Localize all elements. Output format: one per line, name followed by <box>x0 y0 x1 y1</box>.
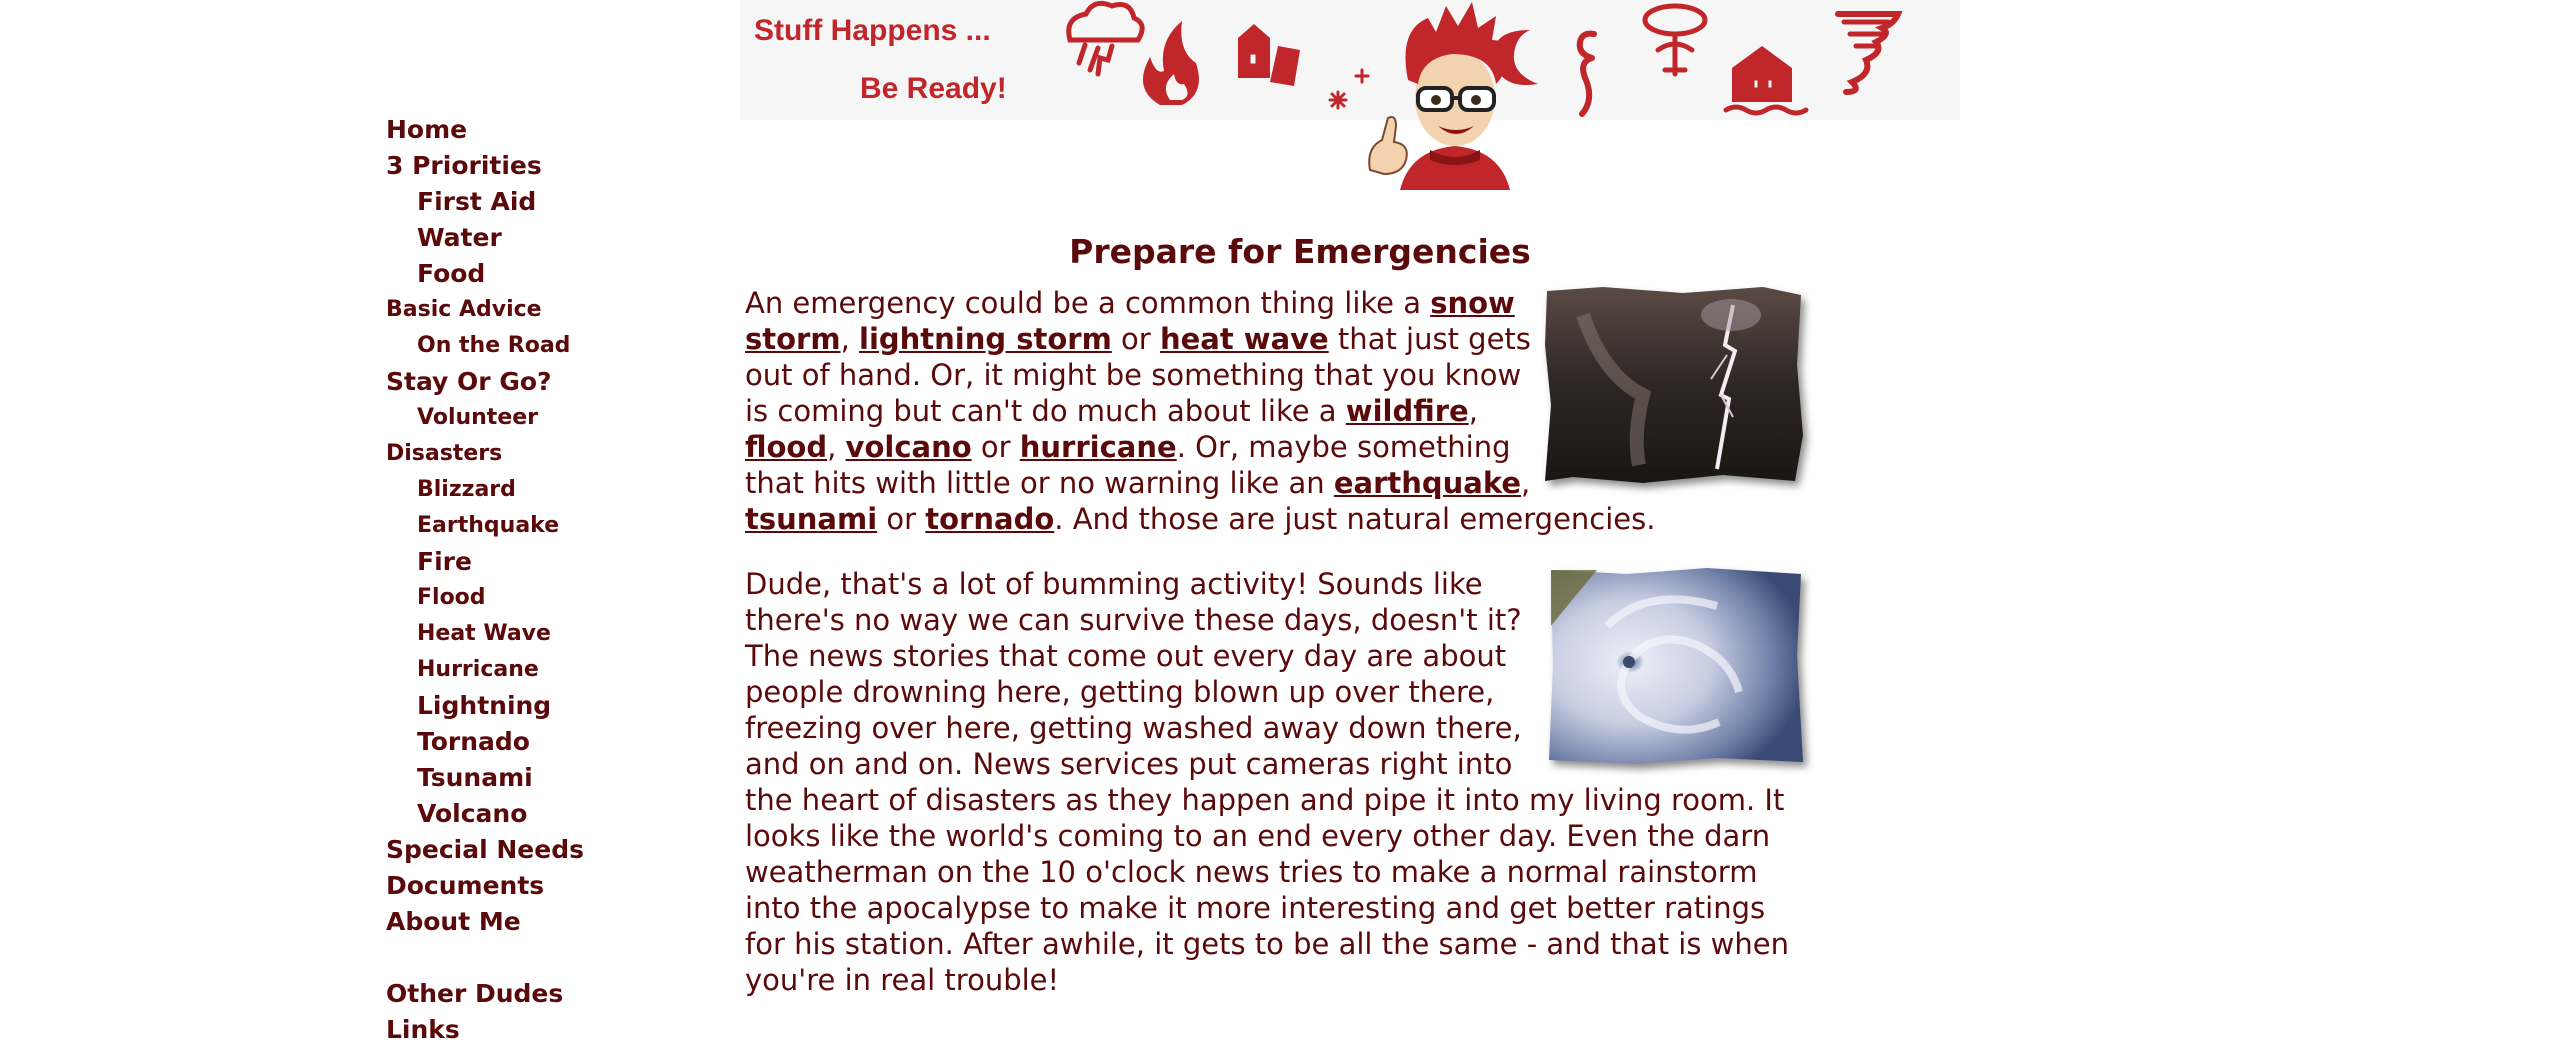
sidebar-nav: Home 3 Priorities First Aid Water Food B… <box>386 112 686 1048</box>
houses-icon <box>1238 24 1300 86</box>
mascot-dude-image <box>1368 2 1512 190</box>
link-flood[interactable]: flood <box>745 430 827 464</box>
nav-on-the-road[interactable]: On the Road <box>386 328 686 364</box>
nav-heat-wave[interactable]: Heat Wave <box>386 616 686 652</box>
nuclear-cloud-icon <box>1642 3 1708 77</box>
link-tornado[interactable]: tornado <box>925 502 1054 536</box>
intro-text-2: , <box>840 322 860 356</box>
header-banner: Stuff Happens ... Be Ready! <box>740 0 1960 120</box>
banner-icons <box>1066 0 1903 117</box>
nav-hurricane[interactable]: Hurricane <box>386 652 686 688</box>
storm-cloud-icon <box>1066 0 1145 77</box>
nav-water[interactable]: Water <box>386 220 686 256</box>
nav-volunteer[interactable]: Volunteer <box>386 400 686 436</box>
hurricane-symbol-icon <box>1576 30 1597 117</box>
link-earthquake[interactable]: earthquake <box>1334 466 1521 500</box>
nav-earthquake[interactable]: Earthquake <box>386 508 686 544</box>
intro-text-9: , <box>1521 466 1531 500</box>
second-paragraph: Dude, that's a lot of bumming activity! … <box>745 566 1805 998</box>
nav-links[interactable]: Links <box>386 1012 686 1048</box>
nav-fire[interactable]: Fire <box>386 544 686 580</box>
nav-first-aid[interactable]: First Aid <box>386 184 686 220</box>
nav-disasters[interactable]: Disasters <box>386 436 686 472</box>
page-title: Prepare for Emergencies <box>1069 232 1531 271</box>
nav-documents[interactable]: Documents <box>386 868 686 904</box>
nav-tornado[interactable]: Tornado <box>386 724 686 760</box>
tornado-icon <box>1835 11 1903 95</box>
nav-3-priorities[interactable]: 3 Priorities <box>386 148 686 184</box>
intro-text-1: An emergency could be a common thing lik… <box>745 286 1431 320</box>
link-hurricane[interactable]: hurricane <box>1020 430 1177 464</box>
nav-lightning[interactable]: Lightning <box>386 688 686 724</box>
link-volcano[interactable]: volcano <box>846 430 972 464</box>
nav-special-needs[interactable]: Special Needs <box>386 832 686 868</box>
lightning-storm-photo <box>1545 287 1803 483</box>
nav-tsunami[interactable]: Tsunami <box>386 760 686 796</box>
flooded-house-icon <box>1723 46 1809 116</box>
link-wildfire[interactable]: wildfire <box>1346 394 1469 428</box>
main-content: Prepare for Emergencies An emergency cou… <box>745 232 1805 1027</box>
nav-other-dudes[interactable]: Other Dudes <box>386 976 686 1012</box>
intro-text-11: . And those are just natural emergencies… <box>1054 502 1656 536</box>
intro-text-3: or <box>1111 322 1160 356</box>
intro-text-10: or <box>877 502 926 536</box>
intro-text-6: , <box>827 430 846 464</box>
link-tsunami[interactable]: tsunami <box>745 502 877 536</box>
nav-food[interactable]: Food <box>386 256 686 292</box>
nav-home[interactable]: Home <box>386 112 686 148</box>
link-heat-wave[interactable]: heat wave <box>1160 322 1329 356</box>
nav-flood[interactable]: Flood <box>386 580 686 616</box>
fire-icon <box>1142 21 1199 105</box>
nav-volcano[interactable]: Volcano <box>386 796 686 832</box>
link-lightning-storm[interactable]: lightning storm <box>859 322 1112 356</box>
intro-paragraph: An emergency could be a common thing lik… <box>745 285 1805 537</box>
hurricane-satellite-photo <box>1549 568 1803 764</box>
nav-stay-or-go[interactable]: Stay Or Go? <box>386 364 686 400</box>
nav-about-me[interactable]: About Me <box>386 904 686 940</box>
nav-blizzard[interactable]: Blizzard <box>386 472 686 508</box>
nav-basic-advice[interactable]: Basic Advice <box>386 292 686 328</box>
intro-text-7: or <box>971 430 1020 464</box>
intro-text-5: , <box>1468 394 1478 428</box>
